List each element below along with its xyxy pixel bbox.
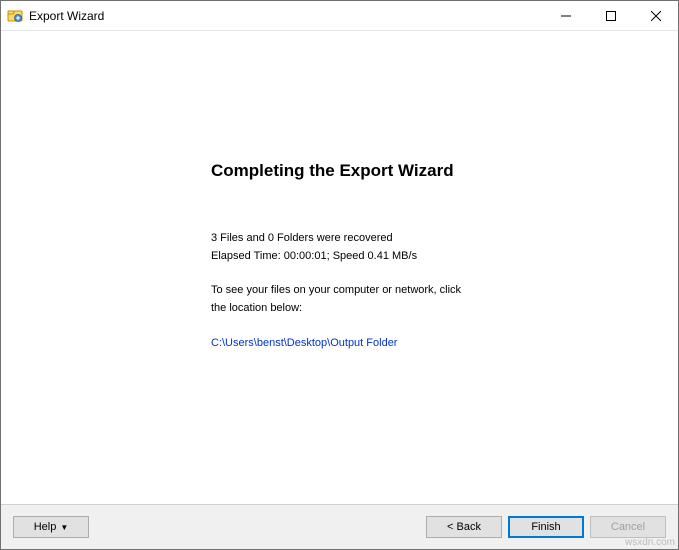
close-icon (651, 11, 661, 21)
back-button[interactable]: < Back (426, 516, 502, 538)
minimize-button[interactable] (543, 1, 588, 30)
footer-left: Help ▼ (13, 516, 89, 538)
help-button-label: Help (34, 521, 57, 533)
output-location-link[interactable]: C:\Users\benst\Desktop\Output Folder (211, 337, 397, 349)
cancel-button-label: Cancel (611, 521, 645, 533)
instruction-line-1: To see your files on your computer or ne… (211, 283, 648, 299)
help-button[interactable]: Help ▼ (13, 516, 89, 538)
wizard-left-pane (31, 51, 201, 494)
window-title: Export Wizard (29, 9, 543, 23)
wizard-content: Completing the Export Wizard 3 Files and… (1, 31, 678, 504)
wizard-footer: Help ▼ < Back Finish Cancel (1, 504, 678, 549)
app-icon (7, 8, 23, 24)
summary-line-2: Elapsed Time: 00:00:01; Speed 0.41 MB/s (211, 249, 648, 265)
back-button-label: < Back (447, 521, 481, 533)
titlebar: Export Wizard (1, 1, 678, 31)
footer-right: < Back Finish Cancel (426, 516, 666, 538)
export-wizard-window: Export Wizard Completing the Export Wiza… (0, 0, 679, 550)
chevron-down-icon: ▼ (60, 523, 68, 532)
minimize-icon (561, 11, 571, 21)
titlebar-controls (543, 1, 678, 30)
cancel-button: Cancel (590, 516, 666, 538)
summary-line-1: 3 Files and 0 Folders were recovered (211, 231, 648, 247)
finish-button[interactable]: Finish (508, 516, 584, 538)
instruction-line-2: the location below: (211, 301, 648, 317)
close-button[interactable] (633, 1, 678, 30)
maximize-button[interactable] (588, 1, 633, 30)
finish-button-label: Finish (531, 521, 560, 533)
wizard-right-pane: Completing the Export Wizard 3 Files and… (201, 51, 648, 494)
page-heading: Completing the Export Wizard (211, 161, 648, 181)
maximize-icon (606, 11, 616, 21)
